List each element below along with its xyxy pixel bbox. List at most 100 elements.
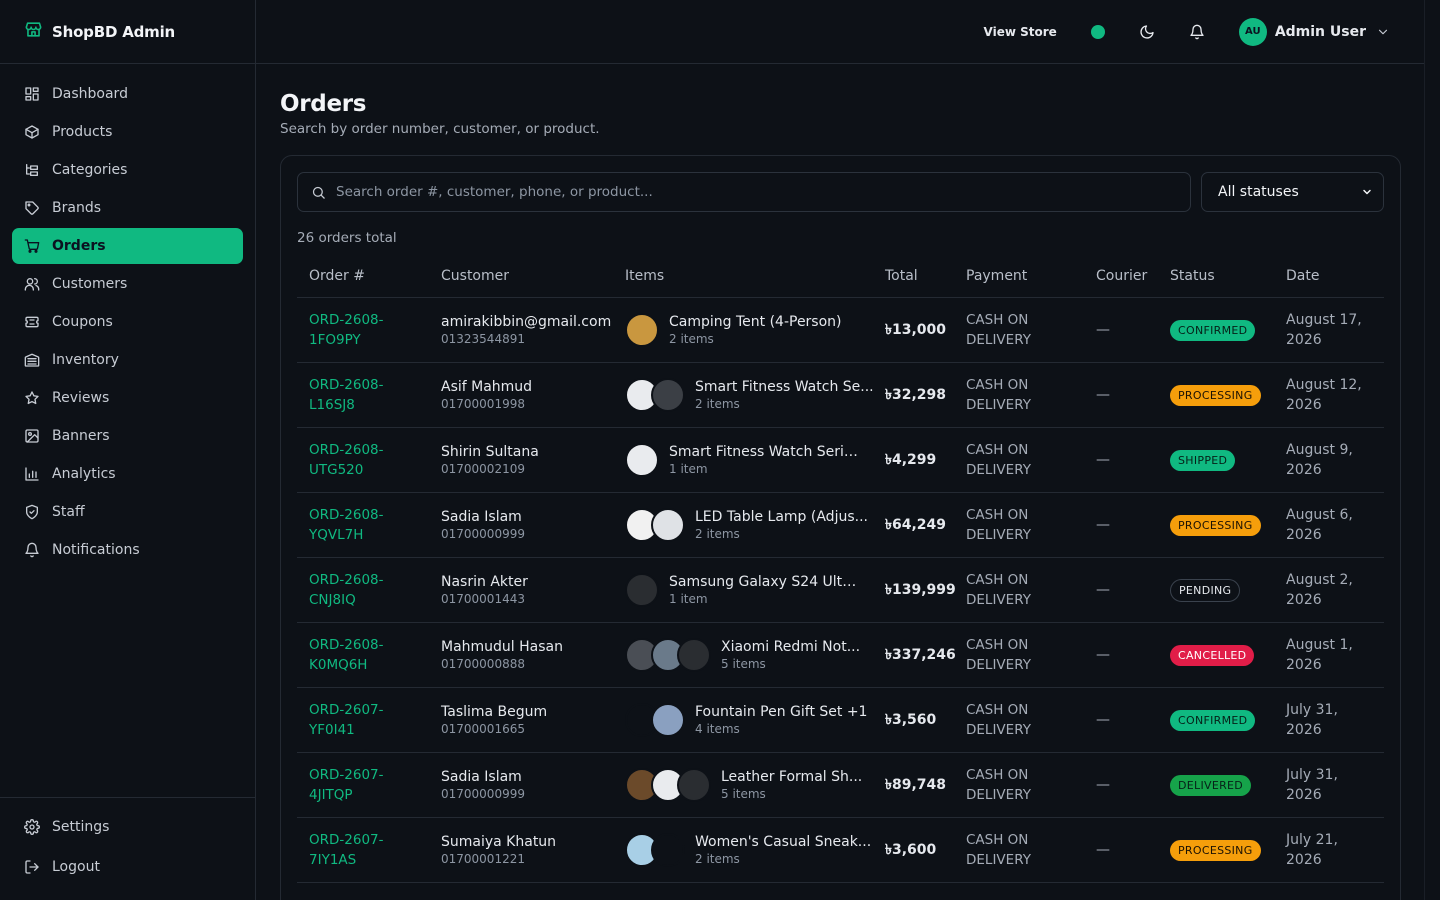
product-thumbnails <box>625 313 659 347</box>
order-items: Women's Casual Sneak... 2 items <box>625 833 871 867</box>
sidebar-item-coupons[interactable]: Coupons <box>12 304 243 340</box>
payment-line-2: DELIVERY <box>966 852 1031 868</box>
table-row[interactable]: ORD-2608- UTG520 Shirin Sultana 01700002109… <box>297 427 1384 493</box>
customer-name: amirakibbin@gmail.com <box>441 314 612 330</box>
sidebar-item-staff[interactable]: Staff <box>12 494 243 530</box>
column-header-date[interactable]: Date <box>1274 268 1384 298</box>
order-number-link[interactable]: ORD-2608- CNJ8IQ <box>309 572 384 608</box>
table-header-row: Order # Customer Items Total Payment Cou… <box>297 268 1384 298</box>
date-line-1: August 12, <box>1286 377 1362 393</box>
date-line-2: 2026 <box>1286 462 1322 478</box>
date-line-1: July 31, 2026 <box>1286 767 1338 803</box>
item-count: 4 items <box>695 722 740 736</box>
sidebar-item-inventory[interactable]: Inventory <box>12 342 243 378</box>
item-count: 5 items <box>721 787 766 801</box>
item-count: 2 items <box>669 332 714 346</box>
view-store-link[interactable]: View Store <box>984 25 1057 39</box>
sidebar-item-customers[interactable]: Customers <box>12 266 243 302</box>
sidebar-item-brands[interactable]: Brands <box>12 190 243 226</box>
sidebar-item-orders[interactable]: Orders <box>12 228 243 264</box>
table-row[interactable]: ORD-2608- CNJ8IQ Nasrin Akter 01700001443 Sa… <box>297 557 1384 623</box>
sidebar-item-categories[interactable]: Categories <box>12 152 243 188</box>
table-row[interactable]: ORD-2608- L16SJ8 Asif Mahmud 01700001998 Sma… <box>297 362 1384 428</box>
customer-name: Shirin Sultana <box>441 444 539 460</box>
status-indicator <box>1090 24 1105 39</box>
customer-name: Asif Mahmud <box>441 379 533 395</box>
table-row[interactable]: ORD-2608- 1FO9PY amirakibbin@gmail.com 0132… <box>297 297 1384 363</box>
order-date: July 31, 2026 <box>1286 700 1372 740</box>
order-items: Samsung Galaxy S24 Ultra (... 1 item <box>625 573 861 607</box>
sidebar-item-analytics[interactable]: Analytics <box>12 456 243 492</box>
sidebar-item-notifications[interactable]: Notifications <box>12 532 243 568</box>
sidebar-item-label: Coupons <box>52 314 113 330</box>
order-number-part-1: ORD-2608- <box>309 507 384 523</box>
order-date: August 17, 2026 <box>1286 310 1372 350</box>
order-number-link[interactable]: ORD-2608- 1FO9PY <box>309 312 384 348</box>
column-header-customer[interactable]: Customer <box>429 268 613 298</box>
product-thumbnails <box>625 833 685 867</box>
customer-phone: 01700001665 <box>441 722 525 736</box>
sidebar-item-logout[interactable]: Logout <box>12 848 243 886</box>
payment-line-1: CASH ON <box>966 572 1029 588</box>
filters: Search order #, customer, phone, or prod… <box>297 172 1384 212</box>
order-number-link[interactable]: ORD-2608- YQVL7H <box>309 507 384 543</box>
date-line-1: August 1, <box>1286 637 1353 653</box>
bell-icon[interactable] <box>1189 24 1205 40</box>
courier: — <box>1096 452 1110 468</box>
sidebar-item-label: Brands <box>52 200 101 216</box>
search-input[interactable]: Search order #, customer, phone, or prod… <box>297 172 1191 212</box>
item-name: Women's Casual Sneak... <box>695 834 872 850</box>
sidebar-item-products[interactable]: Products <box>12 114 243 150</box>
sidebar-item-banners[interactable]: Banners <box>12 418 243 454</box>
column-header-total[interactable]: Total <box>873 268 954 298</box>
date-line-1: August 2, <box>1286 572 1353 588</box>
users-icon <box>24 278 40 291</box>
table-row[interactable]: ORD-2608- YQVL7H Sadia Islam 01700000999 LED… <box>297 492 1384 558</box>
order-items: Fountain Pen Gift Set +1 4 items <box>625 703 867 737</box>
orders-table: Order # Customer Items Total Payment Cou… <box>297 268 1384 883</box>
bar-chart-icon <box>25 467 39 481</box>
table-row[interactable]: ORD-2607- 4JITQP Sadia Islam 01700000999 Lea… <box>297 752 1384 818</box>
page-scrollbar[interactable] <box>1424 0 1440 900</box>
customer-phone: 01700001443 <box>441 592 525 606</box>
product-thumbnails <box>625 508 685 542</box>
page-title: Orders <box>280 91 367 117</box>
table-row[interactable]: ORD-2607- YF0I41 Taslima Begum 01700001665 F… <box>297 687 1384 753</box>
sidebar-item-dashboard[interactable]: Dashboard <box>12 76 243 112</box>
status-select[interactable]: All statuses <box>1201 172 1384 212</box>
warehouse-icon <box>24 353 40 367</box>
brand-title: ShopBD Admin <box>52 22 176 41</box>
user-menu[interactable]: AU Admin User <box>1238 17 1390 46</box>
sidebar-item-settings[interactable]: Settings <box>12 808 243 846</box>
column-header-courier[interactable]: Courier <box>1084 268 1158 298</box>
column-header-payment[interactable]: Payment <box>954 268 1084 298</box>
order-number-link[interactable]: ORD-2608- UTG520 <box>309 442 384 478</box>
order-number-link[interactable]: ORD-2607- YF0I41 <box>309 702 384 738</box>
column-header-items[interactable]: Items <box>613 268 873 298</box>
logout-icon <box>25 860 39 874</box>
order-number-part-2: CNJ8IQ <box>309 592 356 608</box>
column-header-status[interactable]: Status <box>1158 268 1274 298</box>
order-number-link[interactable]: ORD-2607- 7IY1AS <box>309 832 384 868</box>
sidebar-item-label: Banners <box>52 428 110 444</box>
table-row[interactable]: ORD-2608- K0MQ6H Mahmudul Hasan 01700000888… <box>297 622 1384 688</box>
order-date: August 9, 2026 <box>1286 440 1372 480</box>
order-number-link[interactable]: ORD-2608- L16SJ8 <box>309 377 384 413</box>
order-number-part-1: ORD-2607- <box>309 767 384 783</box>
moon-icon[interactable] <box>1139 24 1155 40</box>
table-row[interactable]: ORD-2607- 7IY1AS Sumaiya Khatun 01700001221… <box>297 817 1384 883</box>
column-header-order[interactable]: Order # <box>297 268 429 298</box>
courier: — <box>1096 712 1110 728</box>
item-name: Samsung Galaxy S24 Ultra (... <box>669 574 861 590</box>
product-thumbnail <box>625 573 659 607</box>
brand[interactable]: ShopBD Admin <box>0 0 255 64</box>
order-number-link[interactable]: ORD-2608- K0MQ6H <box>309 637 384 673</box>
customer-name: Nasrin Akter <box>441 574 528 590</box>
status-badge: DELIVERED <box>1170 774 1252 796</box>
sidebar-item-reviews[interactable]: Reviews <box>12 380 243 416</box>
sidebar: ShopBD Admin Dashboard Products Categories… <box>0 0 256 900</box>
order-number-link[interactable]: ORD-2607- 4JITQP <box>309 767 384 803</box>
status-badge: PENDING <box>1170 578 1241 602</box>
order-date: August 6, 2026 <box>1286 505 1372 545</box>
customer-phone: 01700000999 <box>441 787 525 801</box>
